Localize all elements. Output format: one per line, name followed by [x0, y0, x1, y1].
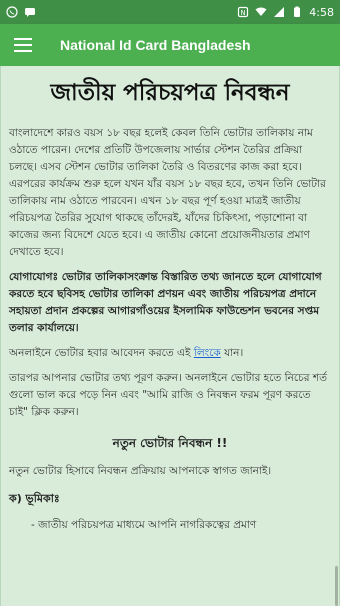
online-apply-text: অনলাইনে ভোটার হবার আবেদন করতে এই — [9, 347, 194, 359]
menu-button[interactable] — [0, 24, 46, 66]
instructions-paragraph: তারপর আপনার ভোটার তথ্য পূরণ করুন। অনলাইন… — [9, 372, 327, 418]
welcome-paragraph: নতুন ভোটার হিসাবে নিবন্ধন প্রক্রিয়ায় আ… — [9, 465, 272, 477]
apply-link[interactable]: লিংকে — [194, 347, 221, 359]
online-apply-text-end: যান। — [220, 347, 244, 359]
app-bar: National Id Card Bangladesh — [0, 24, 340, 66]
page-heading: জাতীয় পরিচয়পত্র নিবন্ধন — [50, 79, 290, 106]
app-title: National Id Card Bangladesh — [60, 37, 251, 53]
status-bar: N 4:58 — [0, 0, 340, 24]
intro-paragraph: বাংলাদেশে কারও বয়স ১৮ বছর হলেই কেবল তিন… — [9, 127, 326, 258]
svg-text:N: N — [241, 9, 246, 17]
message-icon — [25, 8, 35, 17]
hamburger-menu-icon — [14, 38, 32, 52]
scrollbar[interactable] — [335, 566, 338, 606]
new-voter-heading: নতুন ভোটার নিবন্ধন !! — [112, 436, 228, 450]
signal-icon — [274, 7, 285, 17]
contact-paragraph: যোগাযোগঃ ভোটার তালিকাসংক্রান্ত বিস্তারিত… — [9, 271, 322, 334]
intro-list-item: - জাতীয় পরিচয়পত্র মাধ্যমে আপনি নাগরিকত… — [31, 519, 257, 531]
online-apply-paragraph: অনলাইনে ভোটার হবার আবেদন করতে এই লিংকে য… — [1, 345, 339, 362]
status-time: 4:58 — [309, 5, 334, 19]
battery-icon — [294, 6, 301, 17]
article-content[interactable]: জাতীয় পরিচয়পত্র নিবন্ধন বাংলাদেশে কারও… — [0, 66, 340, 606]
whatsapp-icon — [6, 6, 18, 18]
wifi-icon — [255, 7, 267, 16]
nfc-icon: N — [238, 6, 249, 18]
intro-section-label: ক) ভূমিকাঃ — [9, 492, 60, 505]
